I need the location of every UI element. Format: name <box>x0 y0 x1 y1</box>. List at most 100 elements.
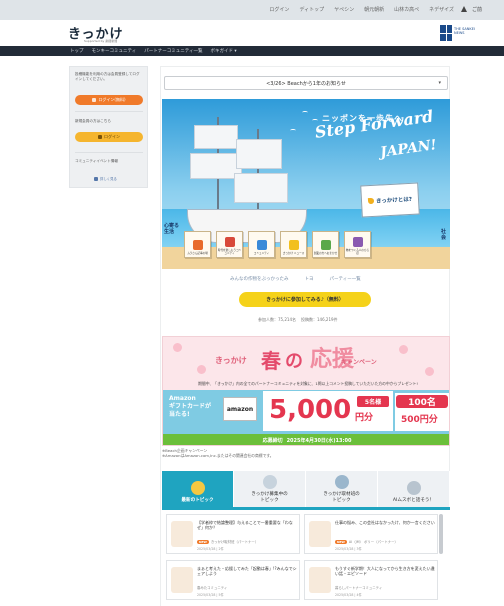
amazon-logo: amazon <box>223 397 257 421</box>
login-link[interactable]: ご前 <box>472 6 482 13</box>
topic-author: 春みたコミュニティ <box>197 586 228 590</box>
community-card-4[interactable]: きっかけ ニュース <box>280 231 307 258</box>
user-icon[interactable] <box>460 5 468 13</box>
topic-avatar <box>309 521 331 547</box>
community-card-label: コミュニティ <box>253 252 270 255</box>
people-icon <box>262 475 277 489</box>
deadline-label: 応募締切 <box>262 438 283 444</box>
join-cta-button[interactable]: きっかけに参加してみる♪（無料） <box>239 292 371 307</box>
new-badge: NEW <box>335 539 347 544</box>
topic-date: 2025/03/28 | 4件 <box>335 593 362 597</box>
tab-latest-topics[interactable]: 最新のトピック <box>162 471 234 507</box>
second-prize-amount: 500円分 <box>401 415 438 425</box>
tab-label: きっかけ取材班の トピック <box>323 492 360 503</box>
utility-links: ログイン ディトップ ヤペシン 朝元朝新 山林カ高ペ ネデザイズ <box>269 6 454 13</box>
blossom-icon <box>399 345 408 354</box>
nav-partner-community[interactable]: パートナーコミュニティ一覧 <box>144 48 202 54</box>
utility-link-6[interactable]: ネデザイズ <box>429 6 454 13</box>
hero-link-2[interactable]: トヨ <box>305 276 314 282</box>
topic-avatar <box>171 567 193 593</box>
sankei-logo-icon[interactable] <box>440 25 452 41</box>
topic-card[interactable]: 【学者枠で結論整理】与えることで一番重要な「わなぜ」何か？ NEW きっかけ取材… <box>166 514 300 554</box>
community-card-6[interactable]: 物をつくる人のひろば <box>344 231 371 258</box>
member-count: 参加人数：75,214名 <box>258 317 296 322</box>
reporter-icon <box>334 475 349 489</box>
sidebar-divider <box>75 152 143 153</box>
nav-guide[interactable]: ボキガイド ▾ <box>210 48 236 54</box>
topic-title: まぁと考えた・応援してみた「起動は春」!?みんなでシェアしよう <box>197 566 297 576</box>
community-card-5[interactable]: 創業の方へおまかせ <box>312 231 339 258</box>
deadline-date: 2025年4月30日(水)13:00 <box>286 438 352 444</box>
campaign-deadline: 応募締切 2025年4月30日(水)13:00 <box>163 434 449 445</box>
sidebar-login-button-label: ログイン(無料) <box>98 97 126 102</box>
topic-title: 【学者枠で結論整理】与えることで一番重要な「わなぜ」何か？ <box>197 520 293 530</box>
topic-card[interactable]: まぁと考えた・応援してみた「起動は春」!?みんなでシェアしよう 春みたコミュニテ… <box>166 560 300 600</box>
topic-tabs: 最新のトピック きっかけ募集中の トピック きっかけ取材班の トピック AIムス… <box>162 471 450 507</box>
tab-ai-chat[interactable]: AIムスボと話そう！ <box>378 471 450 507</box>
main-prize-amount: 5,000 <box>269 395 352 425</box>
topic-card[interactable]: もうすぐ新学期！大人になってから生き方を変えたい違い話・エピソード 暮らしパート… <box>304 560 438 600</box>
tab-recruiting-topics[interactable]: きっかけ募集中の トピック <box>234 471 306 507</box>
lock-icon <box>98 135 102 139</box>
ship-sail <box>236 139 282 169</box>
topic-meta: NEW AI（JM） ボリー（パートナー） <box>335 539 398 544</box>
blossom-icon <box>197 365 206 374</box>
calendar-icon <box>94 176 98 181</box>
sankei-news-name: THE SANKEI NEWS <box>454 27 475 35</box>
tab-label: AIムスボと話そう！ <box>392 497 435 503</box>
new-badge: NEW <box>197 539 209 544</box>
sidebar-login-button[interactable]: ログイン(無料) <box>75 95 143 105</box>
utility-link-2[interactable]: ディトップ <box>299 6 324 13</box>
sidebar-more-link[interactable]: 詳しく見る <box>94 176 117 181</box>
community-card-1[interactable]: ムラさん記事の場 <box>184 231 211 258</box>
blossom-icon <box>173 343 182 352</box>
community-cards: ムラさん記事の場 時代を楽しもうコミュニティ コミュニティ きっかけ ニュース … <box>184 231 371 258</box>
community-icon <box>288 240 299 250</box>
topic-list: 【学者枠で結論整理】与えることで一番重要な「わなぜ」何か？ NEW きっかけ取材… <box>162 510 450 606</box>
utility-link-4[interactable]: 朝元朝新 <box>364 6 384 13</box>
what-is-kikkake-button[interactable]: きっかけとは? <box>360 182 420 218</box>
topic-title: もうすぐ新学期！大人になってから生き方を変えたい違い話・エピソード <box>335 566 435 576</box>
news-dropdown[interactable]: <3/26> Beachから1年のお知らせ ▾ <box>164 76 448 90</box>
community-card-label: 物をつくる人のひろば <box>345 249 370 255</box>
topic-card[interactable]: 仕事の悩み、この会社はなかったけ、何か一言ください NEW AI（JM） ボリー… <box>304 514 438 554</box>
post-count: 投稿数：146,219件 <box>301 317 338 322</box>
topic-date: 2025/03/28 | 3件 <box>335 547 362 551</box>
tab-reporter-topics[interactable]: きっかけ取材班の トピック <box>306 471 378 507</box>
spring-campaign-banner[interactable]: きっかけ 春 の 応援 キャンペーン 期間中、「きっかけ」内の全てのパートナーコ… <box>162 336 450 446</box>
topic-title: 仕事の悩み、この会社はなかったけ、何か一言ください <box>335 520 435 525</box>
logo-subtitle: Supported by 産経新聞 <box>84 39 118 43</box>
hero-left-label: 心寄る生活 <box>164 223 180 235</box>
nav-monkey-community[interactable]: モンキーコミュニティ <box>92 48 137 54</box>
utility-link-1[interactable]: ログイン <box>269 6 289 13</box>
hero-banner[interactable]: ニッポンを一歩先へ Step Forward JAPAN! きっかけとは? 心寄… <box>162 99 450 269</box>
community-card-label: ムラさん記事の場 <box>187 252 208 255</box>
main-prize-count: 5名様 <box>357 396 389 407</box>
campaign-note: ※AmazonはAmazon.com,Inc.またはその関連会社の商標です。 <box>162 453 274 458</box>
site-metrics: 参加人数：75,214名 投稿数：146,219件 <box>258 317 338 323</box>
campaign-label: キャンペーン <box>341 359 377 366</box>
second-prize-count: 100名 <box>396 395 448 408</box>
topic-meta: 暮らしパートナーコミュニティ <box>335 585 382 590</box>
hero-links: みんなの作物をぶっかったみ トヨ パーティー一覧 <box>230 276 361 282</box>
community-card-label: 創業の方へおまかせ <box>313 252 338 255</box>
top-utility-bar: ログイン ディトップ ヤペシン 朝元朝新 山林カ高ペ ネデザイズ ご前 <box>0 0 504 20</box>
second-prize: 100名 500円分 <box>395 393 449 431</box>
sidebar: 投稿機能を利用の方は会員登録してログインしてください。 ログイン(無料) 新規会… <box>69 66 148 188</box>
hero-link-3[interactable]: パーティー一覧 <box>330 276 361 282</box>
main-prize: 5,000 5名様 円分 <box>263 391 393 431</box>
utility-link-5[interactable]: 山林カ高ペ <box>394 6 419 13</box>
community-card-2[interactable]: 時代を楽しもうコミュニティ <box>216 231 243 258</box>
topic-avatar <box>171 521 193 547</box>
ship-sail <box>234 173 288 203</box>
sidebar-divider <box>75 111 143 112</box>
campaign-brand: きっかけ <box>215 356 247 365</box>
topic-scrollbar[interactable] <box>439 514 443 554</box>
utility-link-3[interactable]: ヤペシン <box>334 6 354 13</box>
key-icon <box>92 98 97 102</box>
what-is-kikkake-label: きっかけとは? <box>375 196 413 205</box>
nav-top[interactable]: トップ <box>70 48 84 54</box>
sidebar-register-button[interactable]: ログイン <box>75 132 143 142</box>
hero-link-1[interactable]: みんなの作物をぶっかったみ <box>230 276 289 282</box>
community-card-3[interactable]: コミュニティ <box>248 231 275 258</box>
